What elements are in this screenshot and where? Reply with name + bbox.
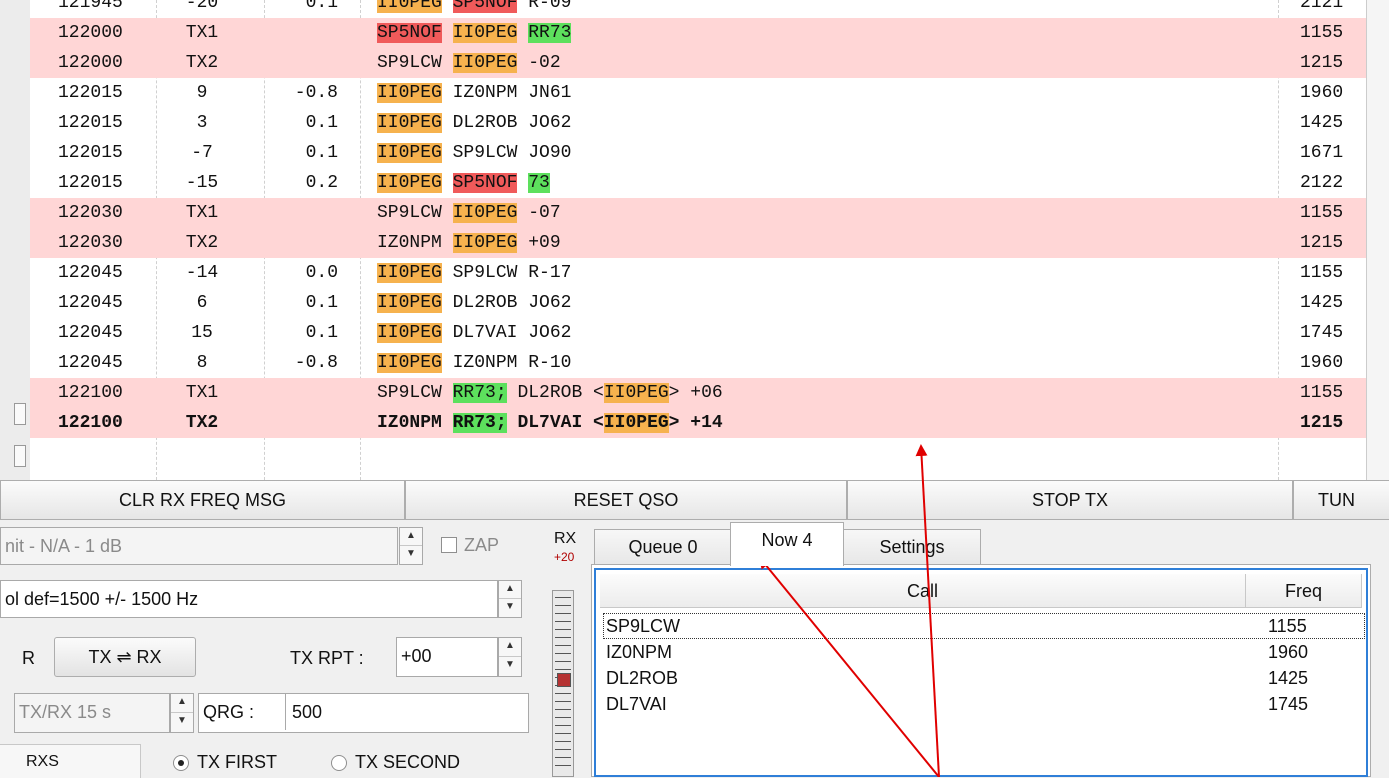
annotation-arrows bbox=[758, 444, 940, 777]
arrow-to-now-tab bbox=[758, 556, 940, 777]
tab-now[interactable]: Now 4 bbox=[730, 522, 844, 566]
arrow-to-log-message bbox=[915, 444, 940, 777]
